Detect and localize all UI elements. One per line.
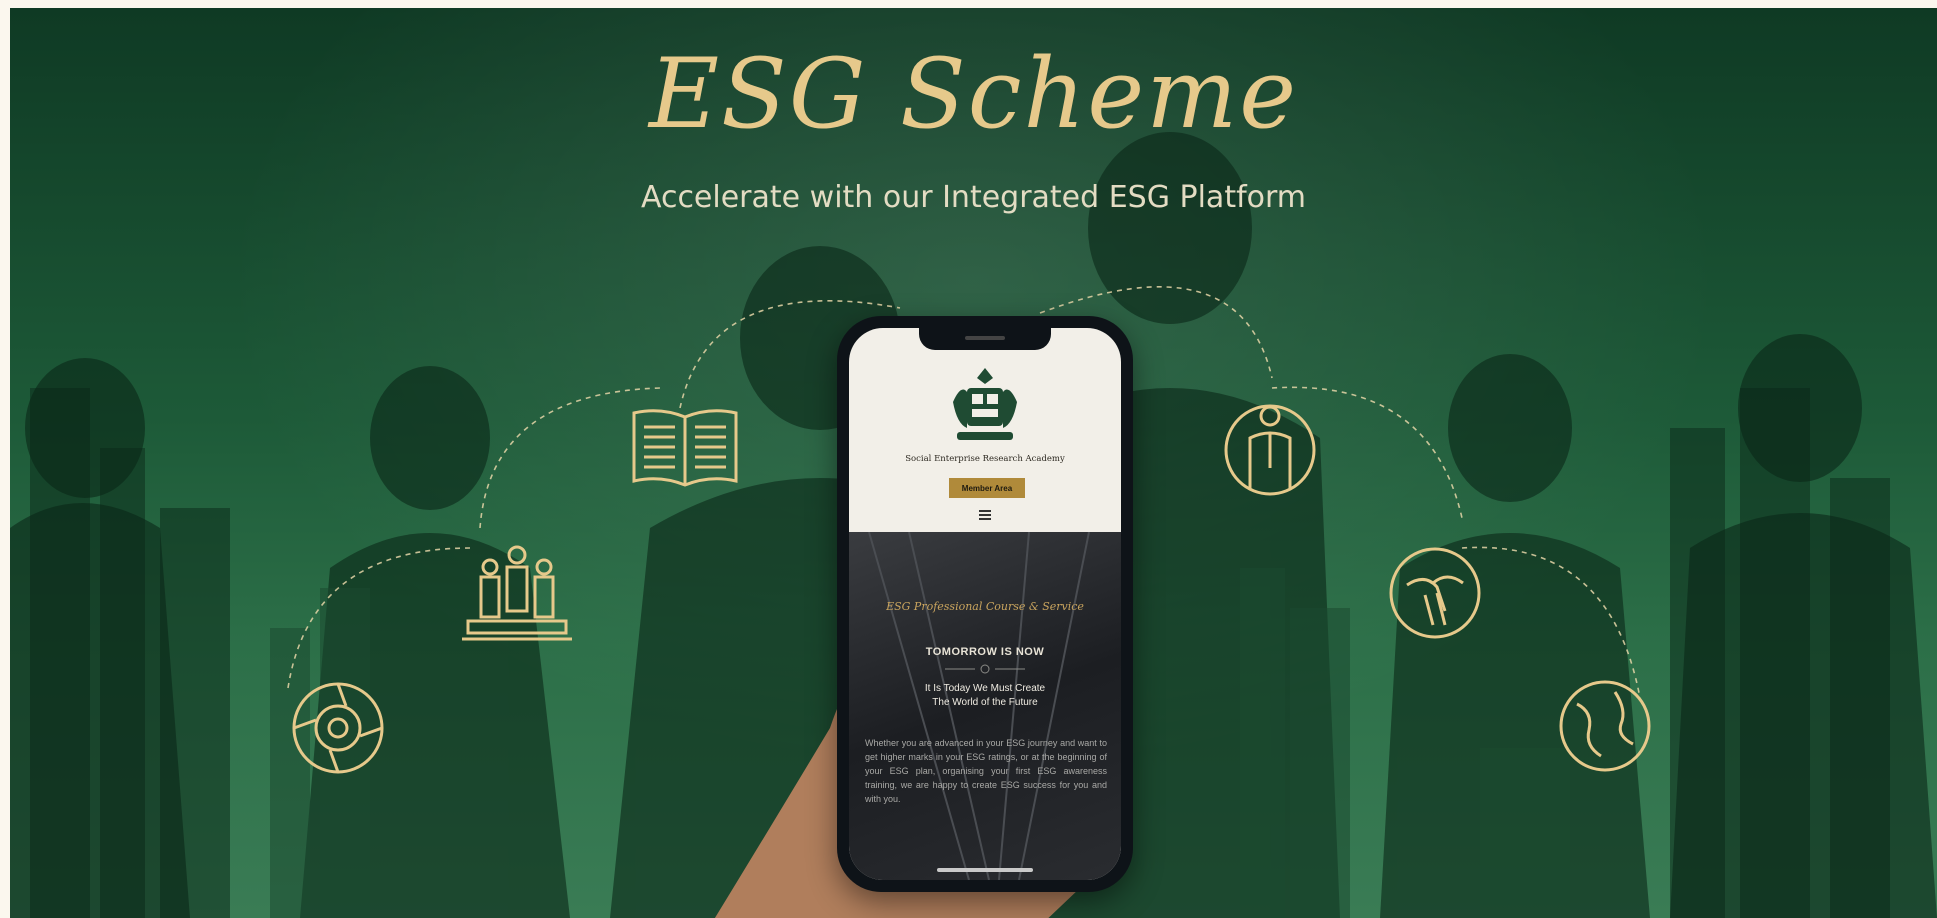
businessman-globe-icon bbox=[1224, 404, 1316, 496]
phone-mockup: Social Enterprise Research Academy Membe… bbox=[837, 316, 1133, 892]
org-name: Social Enterprise Research Academy bbox=[905, 454, 1065, 464]
divider-globe-icon bbox=[945, 664, 1025, 674]
hamburger-menu-icon[interactable] bbox=[979, 510, 991, 520]
hero-heading: TOMORROW IS NOW bbox=[925, 646, 1045, 658]
hero-subheading-line1: It Is Today We Must Create bbox=[924, 683, 1046, 694]
crest-logo-icon bbox=[953, 368, 1017, 440]
banner-title: ESG Scheme bbox=[648, 38, 1299, 150]
hero-script-title: ESG Professional Course & Service bbox=[886, 600, 1084, 613]
banner-subtitle: Accelerate with our Integrated ESG Platf… bbox=[640, 180, 1307, 215]
phone-screen: Social Enterprise Research Academy Membe… bbox=[849, 328, 1121, 880]
hero-section: ESG Professional Course & Service TOMORR… bbox=[849, 532, 1121, 880]
hero-subheading: It Is Today We Must Create The World of … bbox=[879, 682, 1091, 710]
compass-icon bbox=[292, 682, 384, 774]
open-book-icon bbox=[632, 409, 738, 487]
earth-globe-icon bbox=[1559, 680, 1651, 772]
home-indicator bbox=[937, 868, 1033, 872]
phone-notch bbox=[919, 328, 1051, 350]
handshake-hands-icon bbox=[1389, 547, 1481, 639]
esg-banner: ESG Scheme Accelerate with our Integrate… bbox=[10, 8, 1937, 918]
people-podium-icon bbox=[462, 545, 572, 641]
hero-body-text: Whether you are advanced in your ESG jou… bbox=[865, 738, 1107, 804]
hero-subheading-line2: The World of the Future bbox=[932, 697, 1038, 708]
member-area-button[interactable]: Member Area bbox=[949, 478, 1025, 498]
